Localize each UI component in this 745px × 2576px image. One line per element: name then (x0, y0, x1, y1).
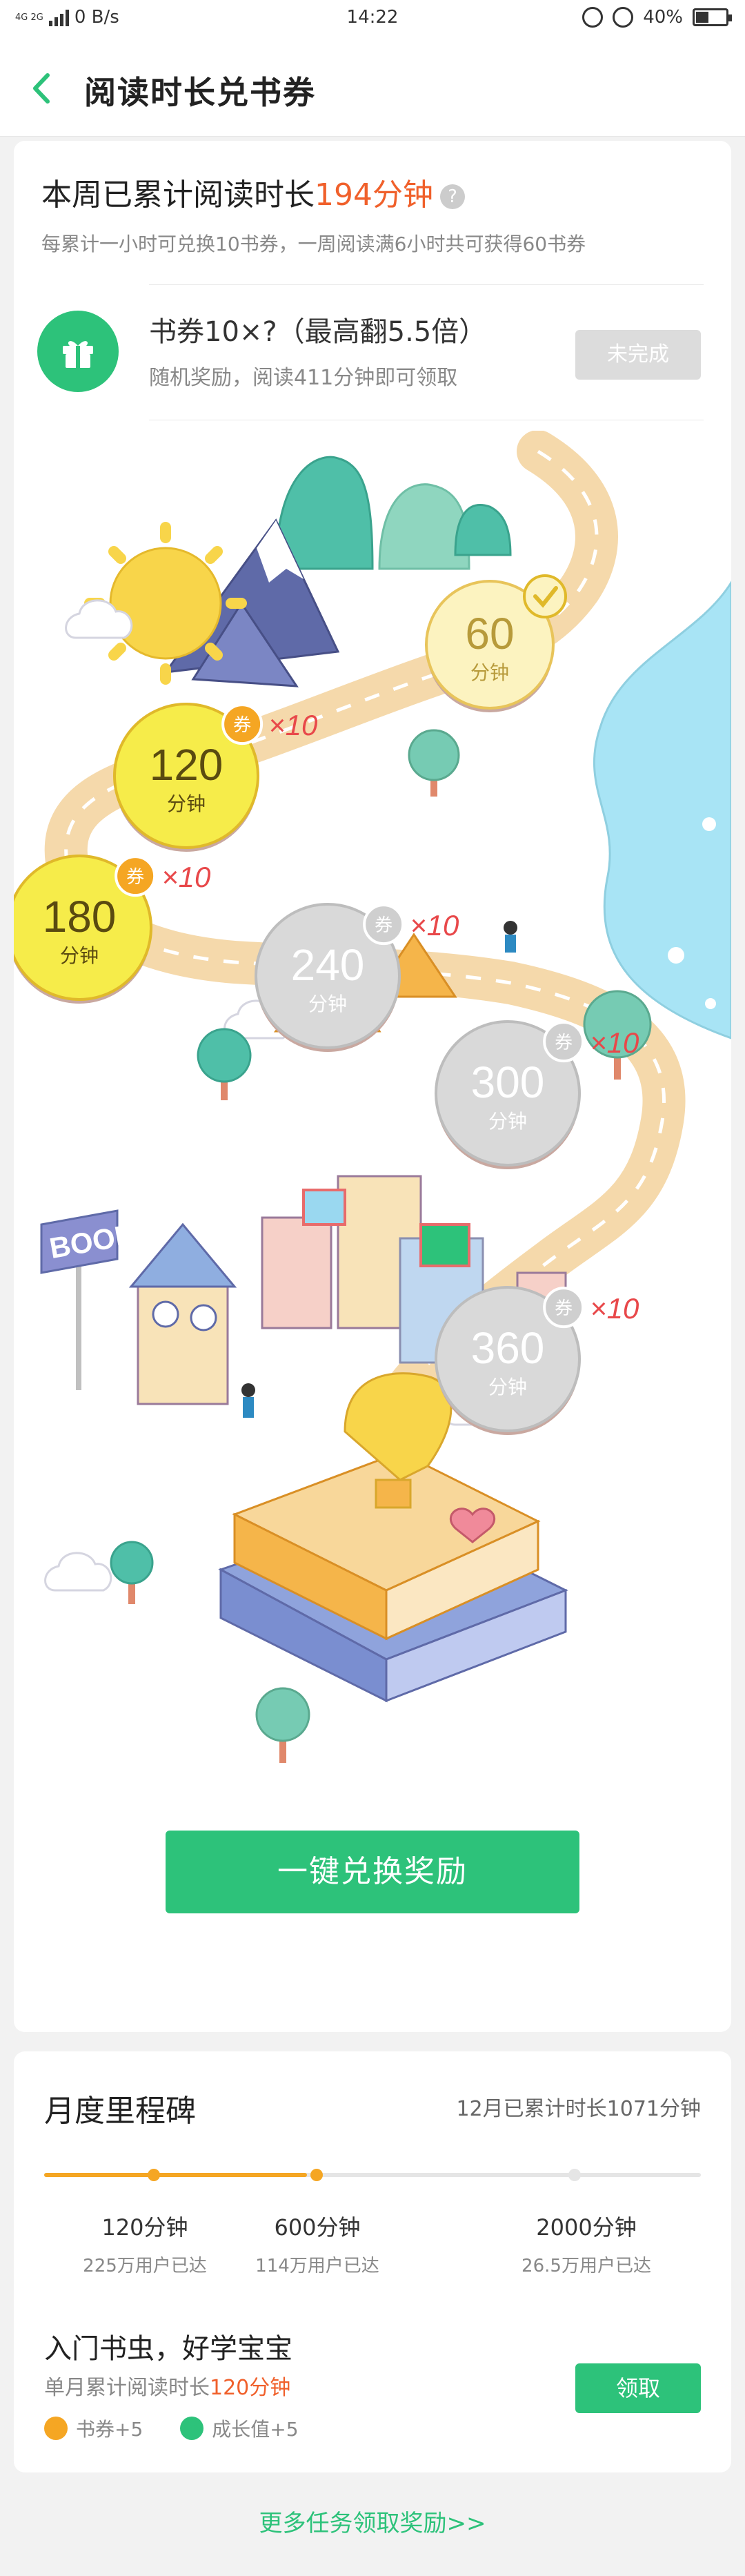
milestone-value: 180 (43, 892, 117, 941)
milestone-reward: ×10 (590, 1292, 639, 1325)
voucher-badge-label: 券 (555, 1033, 573, 1053)
month-milestone-value: 2000分钟 (536, 2214, 637, 2241)
badge-description: 单月累计阅读时长120分钟 (44, 2370, 290, 2401)
voucher-icon (44, 2417, 68, 2440)
gift-icon (37, 311, 119, 392)
month-milestone-users: 225万用户已达 (83, 2256, 207, 2276)
month-milestone: 600分钟 114万用户已达 (228, 2210, 407, 2277)
milestone-unit: 分钟 (488, 1376, 527, 1398)
progress-dot (568, 2169, 581, 2181)
chevron-left-icon (33, 73, 50, 104)
check-icon (523, 574, 567, 618)
milestone-unit: 分钟 (488, 1110, 527, 1133)
milestone-unit: 分钟 (167, 792, 206, 815)
back-button[interactable] (22, 69, 61, 108)
more-tasks-link[interactable]: 更多任务领取奖励>> (0, 2504, 745, 2538)
badge-desc-text: 单月累计阅读时长 (44, 2376, 210, 2400)
milestone-coin[interactable]: 60 分钟 (425, 574, 567, 712)
clock-tower (128, 1222, 237, 1405)
reading-milestone-map: BOOK 60 分钟 120 分钟券 ×10 180 分钟券 ×10 240 分钟券 ×10 30 (14, 431, 731, 1901)
milestone-reward: ×10 (268, 709, 318, 741)
weekly-minutes: 194分钟 (315, 177, 433, 213)
voucher-badge-label: 券 (555, 1298, 573, 1319)
month-milestone-users: 114万用户已达 (255, 2256, 379, 2276)
badge-desc-minutes: 120分钟 (210, 2376, 291, 2400)
monthly-title: 月度里程碑 (44, 2094, 196, 2129)
voucher-badge-label: 券 (375, 915, 393, 936)
reward-voucher: 书券+5 (76, 2418, 143, 2441)
monthly-total: 12月已累计时长1071分钟 (456, 2097, 701, 2121)
weekly-reading-title: 本周已累计阅读时长194分钟? (41, 170, 465, 214)
month-milestone-value: 120分钟 (101, 2214, 188, 2241)
milestone-value: 300 (471, 1057, 545, 1107)
incomplete-button[interactable]: 未完成 (575, 330, 701, 380)
milestone-value: 240 (291, 940, 365, 990)
battery-percent: 40% (643, 7, 683, 28)
milestone-coin[interactable]: 300 分钟 券 ×10 (435, 1020, 639, 1169)
reward-growth: 成长值+5 (212, 2418, 299, 2441)
progress-dot (148, 2169, 160, 2181)
voucher-badge-label: 券 (233, 715, 251, 736)
month-milestone: 2000分钟 26.5万用户已达 (497, 2210, 676, 2277)
claim-button[interactable]: 领取 (575, 2363, 701, 2413)
battery-icon (693, 8, 732, 26)
voucher-title: 书券10×?（最高翻5.5倍） (149, 316, 487, 348)
month-milestone-value: 600分钟 (274, 2214, 361, 2241)
app-header: 阅读时长兑书券 (0, 39, 745, 137)
milestone-coin[interactable]: 120分钟 券 ×10 (113, 703, 318, 852)
badge-rewards: 书券+5 成长值+5 (44, 2414, 299, 2442)
voucher-badge-label: 券 (126, 867, 144, 888)
status-bar: 4G 2G 0 B/s 14:22 40% (0, 0, 745, 39)
milestone-value: 120 (150, 740, 223, 790)
milestone-coin[interactable]: 360 分钟 券 ×10 (435, 1286, 639, 1435)
milestone-unit: 分钟 (308, 993, 347, 1015)
milestone-coin[interactable]: 180 分钟 券 ×10 (14, 855, 211, 1004)
monthly-milestone-card: 月度里程碑 12月已累计时长1071分钟 120分钟 225万用户已达 600分… (14, 2051, 731, 2472)
sun-icon (84, 522, 247, 685)
monthly-progress-bar (44, 2169, 701, 2181)
status-right: 40% (582, 7, 732, 28)
lake (593, 580, 731, 1040)
weekly-description: 每累计一小时可兑换10书券，一周阅读满6小时共可获得60书券 (41, 233, 586, 255)
lock-rotation-icon (613, 7, 634, 28)
milestone-value: 60 (465, 609, 514, 658)
divider (149, 284, 704, 285)
weekly-title-text: 本周已累计阅读时长 (41, 177, 315, 213)
redeem-all-button[interactable]: 一键兑换奖励 (166, 1831, 579, 1913)
help-icon[interactable]: ? (439, 184, 465, 209)
milestone-reward: ×10 (410, 909, 459, 941)
weekly-reading-card: 本周已累计阅读时长194分钟? 每累计一小时可兑换10书券，一周阅读满6小时共可… (14, 141, 731, 2032)
milestone-reward: ×10 (161, 861, 211, 893)
voucher-description: 随机奖励，阅读411分钟即可领取 (149, 366, 458, 390)
milestone-unit: 分钟 (60, 944, 99, 967)
page-title: 阅读时长兑书券 (84, 74, 316, 111)
book-sign: BOOK (40, 1209, 138, 1390)
month-milestone: 120分钟 225万用户已达 (55, 2210, 235, 2277)
milestone-value: 360 (471, 1323, 545, 1373)
badge-title: 入门书虫，好学宝宝 (44, 2333, 292, 2365)
monthly-progress-fill (44, 2173, 307, 2177)
growth-icon (180, 2417, 204, 2440)
milestone-reward: ×10 (590, 1026, 639, 1059)
trophy-icon (344, 1372, 453, 1481)
milestone-unit: 分钟 (470, 661, 509, 684)
progress-dot (310, 2169, 323, 2181)
alarm-icon (582, 7, 604, 28)
month-milestone-users: 26.5万用户已达 (522, 2256, 651, 2276)
